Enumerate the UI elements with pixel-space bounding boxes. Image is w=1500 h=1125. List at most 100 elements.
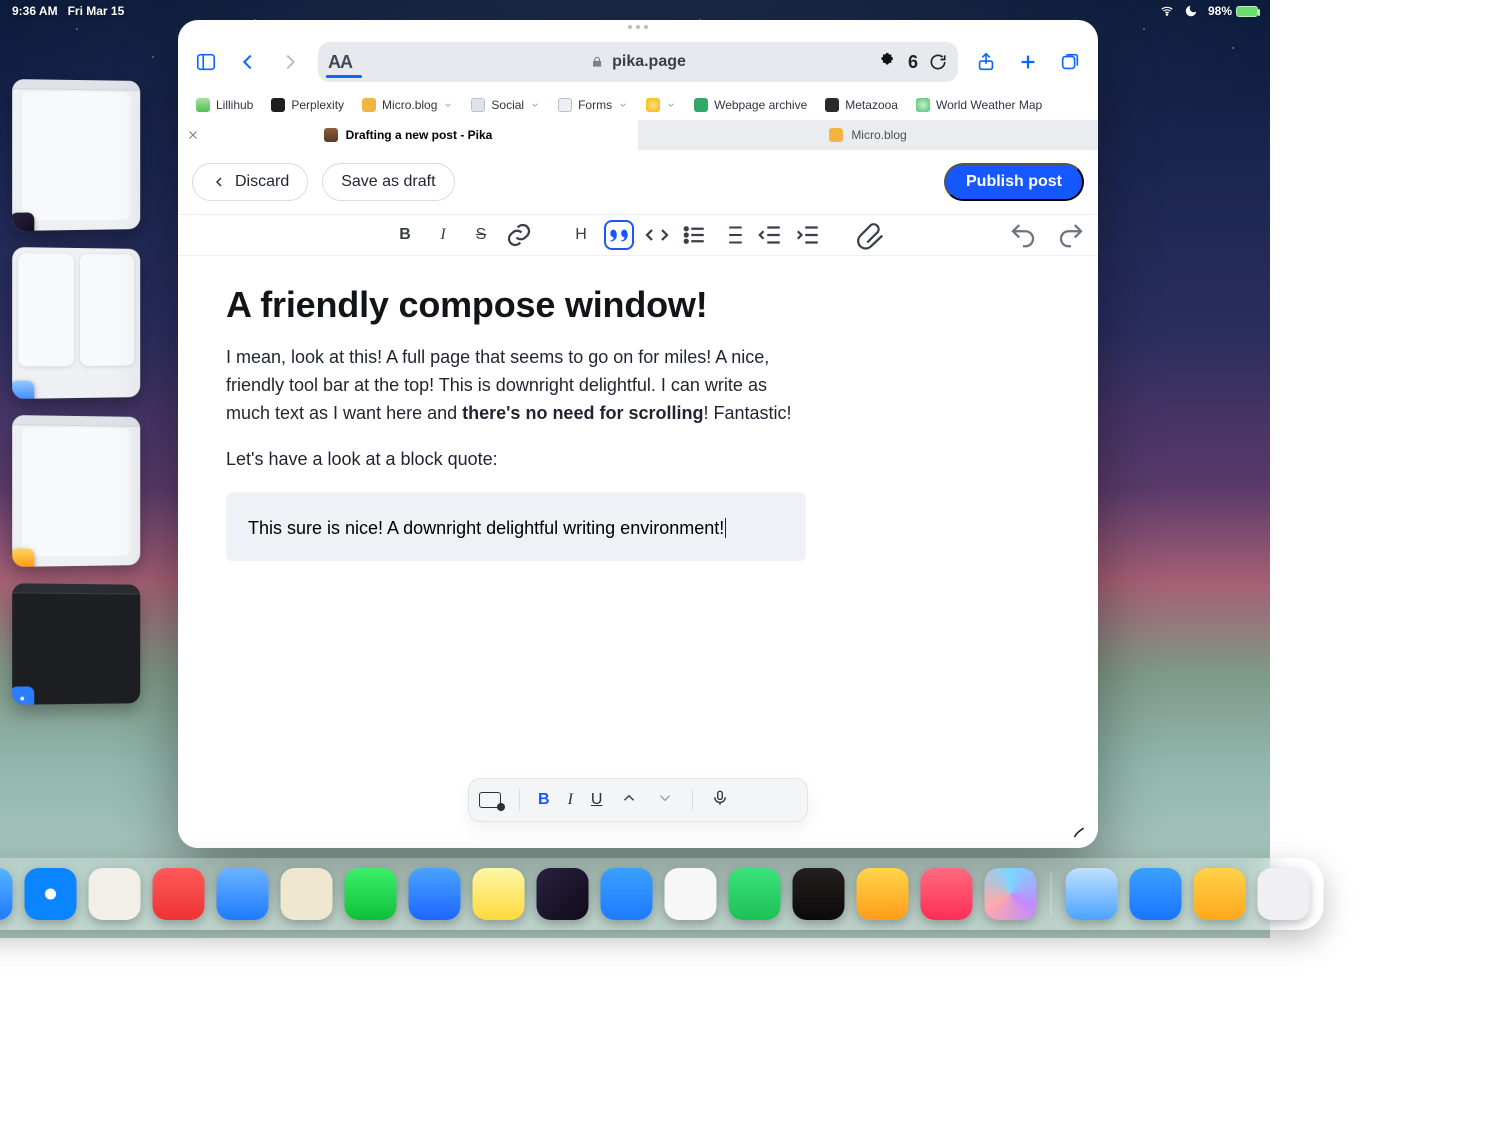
dock-app-favorites[interactable] (153, 868, 205, 920)
italic-button[interactable]: I (428, 220, 458, 250)
qb-italic-button[interactable]: I (568, 791, 573, 809)
app-badge-obsidian-icon (12, 212, 34, 230)
close-tab-button[interactable] (186, 128, 200, 142)
app-badge-home-icon (12, 548, 34, 566)
dock-app-finder[interactable] (0, 868, 13, 920)
discard-button[interactable]: Discard (192, 163, 308, 201)
dock-app-lillihub[interactable] (281, 868, 333, 920)
forward-button[interactable] (276, 48, 304, 76)
indent-button[interactable] (794, 220, 824, 250)
battery-status: 98% (1208, 4, 1258, 18)
new-tab-button[interactable] (1014, 48, 1042, 76)
favorite-weather-folder[interactable] (646, 98, 676, 112)
dock-app-notes[interactable] (473, 868, 525, 920)
favorite-microblog[interactable]: Micro.blog (362, 98, 453, 112)
quote-button[interactable] (604, 220, 634, 250)
safari-window: AA pika.page 6 (178, 20, 1098, 848)
dock-app-appstore[interactable] (1130, 868, 1182, 920)
favorite-metazooa[interactable]: Metazooa (825, 98, 898, 112)
stage-window-4[interactable] (12, 583, 140, 705)
dock-separator (1051, 872, 1052, 916)
tab-label: Micro.blog (851, 128, 906, 142)
paragraph[interactable]: I mean, look at this! A full page that s… (226, 344, 806, 428)
address-bar[interactable]: AA pika.page 6 (318, 42, 958, 82)
dock-app-numbers[interactable] (729, 868, 781, 920)
stage-window-3[interactable] (12, 415, 140, 567)
dock-app-mail[interactable] (409, 868, 461, 920)
dock-app-obsidian[interactable] (537, 868, 589, 920)
favorite-lillihub[interactable]: Lillihub (196, 98, 253, 112)
reload-button[interactable] (928, 52, 948, 72)
resize-handle-icon[interactable] (1070, 822, 1088, 840)
attachment-button[interactable] (856, 220, 886, 250)
blockquote[interactable]: This sure is nice! A downright delightfu… (226, 492, 806, 561)
dock-app-messages[interactable] (345, 868, 397, 920)
editor-canvas[interactable]: A friendly compose window! I mean, look … (178, 256, 1098, 585)
stage-window-1[interactable] (12, 79, 140, 231)
back-button[interactable] (234, 48, 262, 76)
tab-overview-button[interactable] (1056, 48, 1084, 76)
strikethrough-button[interactable]: S (466, 220, 496, 250)
tab-label: Drafting a new post - Pika (346, 128, 493, 142)
heading-button[interactable]: H (566, 220, 596, 250)
lock-icon (590, 55, 604, 69)
chevron-down-icon (666, 100, 676, 110)
favorite-perplexity[interactable]: Perplexity (271, 98, 344, 112)
favorite-forms[interactable]: Forms (558, 98, 628, 112)
sidebar-toggle-button[interactable] (192, 48, 220, 76)
dock-app-recents[interactable] (1258, 868, 1310, 920)
qb-underline-button[interactable]: U (591, 791, 603, 809)
keyboard-quick-bar: B I U (468, 778, 808, 822)
link-button[interactable] (504, 220, 534, 250)
dock-app-cloud[interactable] (217, 868, 269, 920)
status-date: Fri Mar 15 (68, 4, 125, 18)
redo-button[interactable] (1056, 220, 1086, 250)
qb-down-button[interactable] (656, 789, 674, 812)
numbered-list-button[interactable] (718, 220, 748, 250)
qb-up-button[interactable] (620, 789, 638, 812)
stage-window-2[interactable] (12, 247, 140, 399)
dock-app-shortcuts[interactable] (89, 868, 141, 920)
paragraph[interactable]: Let's have a look at a block quote: (226, 446, 806, 474)
outdent-button[interactable] (756, 220, 786, 250)
favicon-icon (324, 128, 338, 142)
page-area: Discard Save as draft Publish post B I S… (178, 150, 1098, 848)
keyboard-icon[interactable] (479, 792, 501, 808)
dock-app-ia-writer[interactable] (665, 868, 717, 920)
tab-inactive[interactable]: Micro.blog (638, 120, 1098, 150)
qb-bold-button[interactable]: B (538, 791, 550, 809)
window-drag-handle[interactable] (178, 20, 1098, 34)
battery-percent: 98% (1208, 4, 1232, 18)
app-badge-safari-icon (12, 686, 34, 704)
favorite-world-weather[interactable]: World Weather Map (916, 98, 1042, 112)
status-bar: 9:36 AM Fri Mar 15 98% (0, 0, 1270, 22)
post-title[interactable]: A friendly compose window! (226, 284, 806, 326)
tab-active[interactable]: Drafting a new post - Pika (178, 120, 638, 150)
publish-button[interactable]: Publish post (944, 163, 1084, 201)
bulleted-list-button[interactable] (680, 220, 710, 250)
post-actions: Discard Save as draft Publish post (178, 150, 1098, 214)
dock-app-affinity[interactable] (793, 868, 845, 920)
bold-button[interactable]: B (390, 220, 420, 250)
favorite-social[interactable]: Social (471, 98, 540, 112)
browser-toolbar: AA pika.page 6 (178, 34, 1098, 90)
dock-app-text[interactable] (601, 868, 653, 920)
extension-icon[interactable] (878, 52, 898, 72)
tab-strip: Drafting a new post - Pika Micro.blog (178, 120, 1098, 150)
wifi-icon (1160, 4, 1174, 18)
dock-app-music[interactable] (921, 868, 973, 920)
dock-app-safari[interactable] (25, 868, 77, 920)
share-button[interactable] (972, 48, 1000, 76)
do-not-disturb-icon (1184, 4, 1198, 18)
undo-button[interactable] (1008, 220, 1038, 250)
save-draft-button[interactable]: Save as draft (322, 163, 454, 201)
dictation-button[interactable] (711, 789, 729, 812)
dock-app-copilot[interactable] (985, 868, 1037, 920)
dock-app-starred[interactable] (1194, 868, 1246, 920)
favorite-webpage-archive[interactable]: Webpage archive (694, 98, 807, 112)
url-text: pika.page (612, 53, 686, 71)
dock-app-highlighter[interactable] (857, 868, 909, 920)
reader-aa-button[interactable]: AA (328, 52, 352, 73)
dock-app-files[interactable] (1066, 868, 1118, 920)
code-button[interactable] (642, 220, 672, 250)
